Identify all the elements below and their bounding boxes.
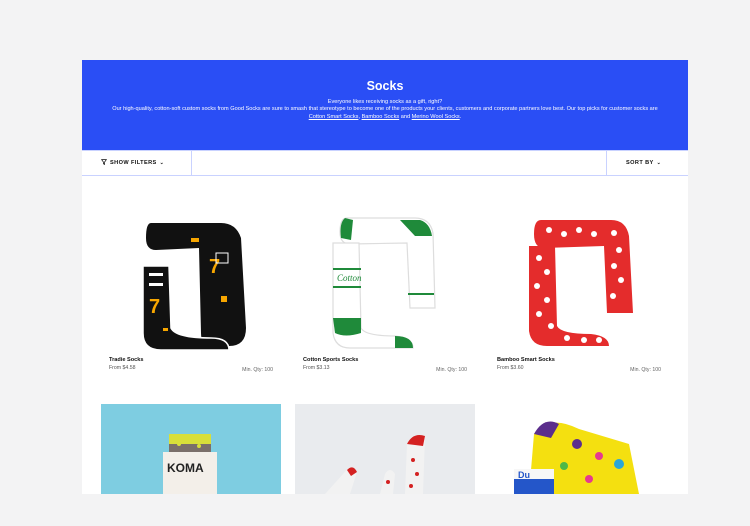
product-card-cotton-sports-socks[interactable]: Cotton Cotton Sports Socks From $3.13 Mi…: [295, 188, 475, 387]
photo-brand-text: Du: [518, 470, 530, 480]
page-title: Socks: [366, 79, 404, 93]
merino-wool-socks-link[interactable]: Merino Wool Socks: [412, 114, 460, 120]
product-min-qty: Min. Qty: 100: [436, 367, 467, 373]
svg-text:7: 7: [209, 256, 220, 278]
product-image: 7 7: [101, 188, 281, 353]
filter-icon: [100, 159, 108, 167]
product-min-qty: Min. Qty: 100: [242, 367, 273, 373]
sort-by-button[interactable]: SORT BY ⌄: [606, 151, 688, 175]
product-card-tradie-socks[interactable]: 7 7 Tradie Socks From $4.58 Min. Qty: 10…: [101, 188, 281, 387]
product-min-qty: Min. Qty: 100: [630, 367, 661, 373]
product-image: Cotton: [295, 188, 475, 353]
product-meta: Tradie Socks From $4.58 Min. Qty: 100: [101, 357, 281, 387]
photo-brand-text: KOMA: [167, 461, 204, 475]
product-name: Bamboo Smart Socks: [497, 357, 555, 363]
product-image: [489, 188, 669, 353]
product-name: Tradie Socks: [109, 357, 144, 363]
product-card-photo-1[interactable]: KOMA: [101, 404, 281, 494]
show-filters-button[interactable]: SHOW FILTERS ⌄: [82, 151, 192, 175]
product-card-bamboo-smart-socks[interactable]: Bamboo Smart Socks From $3.60 Min. Qty: …: [489, 188, 669, 387]
category-description: Our high-quality, cotton-soft custom soc…: [112, 106, 658, 120]
chevron-down-icon: ⌄: [159, 160, 165, 166]
show-filters-label: SHOW FILTERS: [110, 160, 157, 166]
filter-toolbar: SHOW FILTERS ⌄ SORT BY ⌄: [82, 150, 688, 176]
chevron-down-icon: ⌄: [656, 160, 662, 166]
category-header: Socks Everyone likes receiving socks as …: [82, 60, 688, 150]
category-intro-line: Everyone likes receiving socks as a gift…: [327, 99, 443, 105]
product-meta: Cotton Sports Socks From $3.13 Min. Qty:…: [295, 357, 475, 387]
product-card-photo-3[interactable]: Du: [489, 404, 669, 494]
page-container: Socks Everyone likes receiving socks as …: [82, 60, 688, 494]
bamboo-socks-link[interactable]: Bamboo Socks: [362, 114, 400, 120]
product-name: Cotton Sports Socks: [303, 357, 359, 363]
product-card-photo-2[interactable]: [295, 404, 475, 494]
svg-text:Cotton: Cotton: [337, 273, 362, 283]
svg-text:7: 7: [149, 296, 160, 318]
cotton-smart-socks-link[interactable]: Cotton Smart Socks: [309, 114, 359, 120]
sort-by-label: SORT BY: [626, 160, 654, 166]
product-meta: Bamboo Smart Socks From $3.60 Min. Qty: …: [489, 357, 669, 387]
